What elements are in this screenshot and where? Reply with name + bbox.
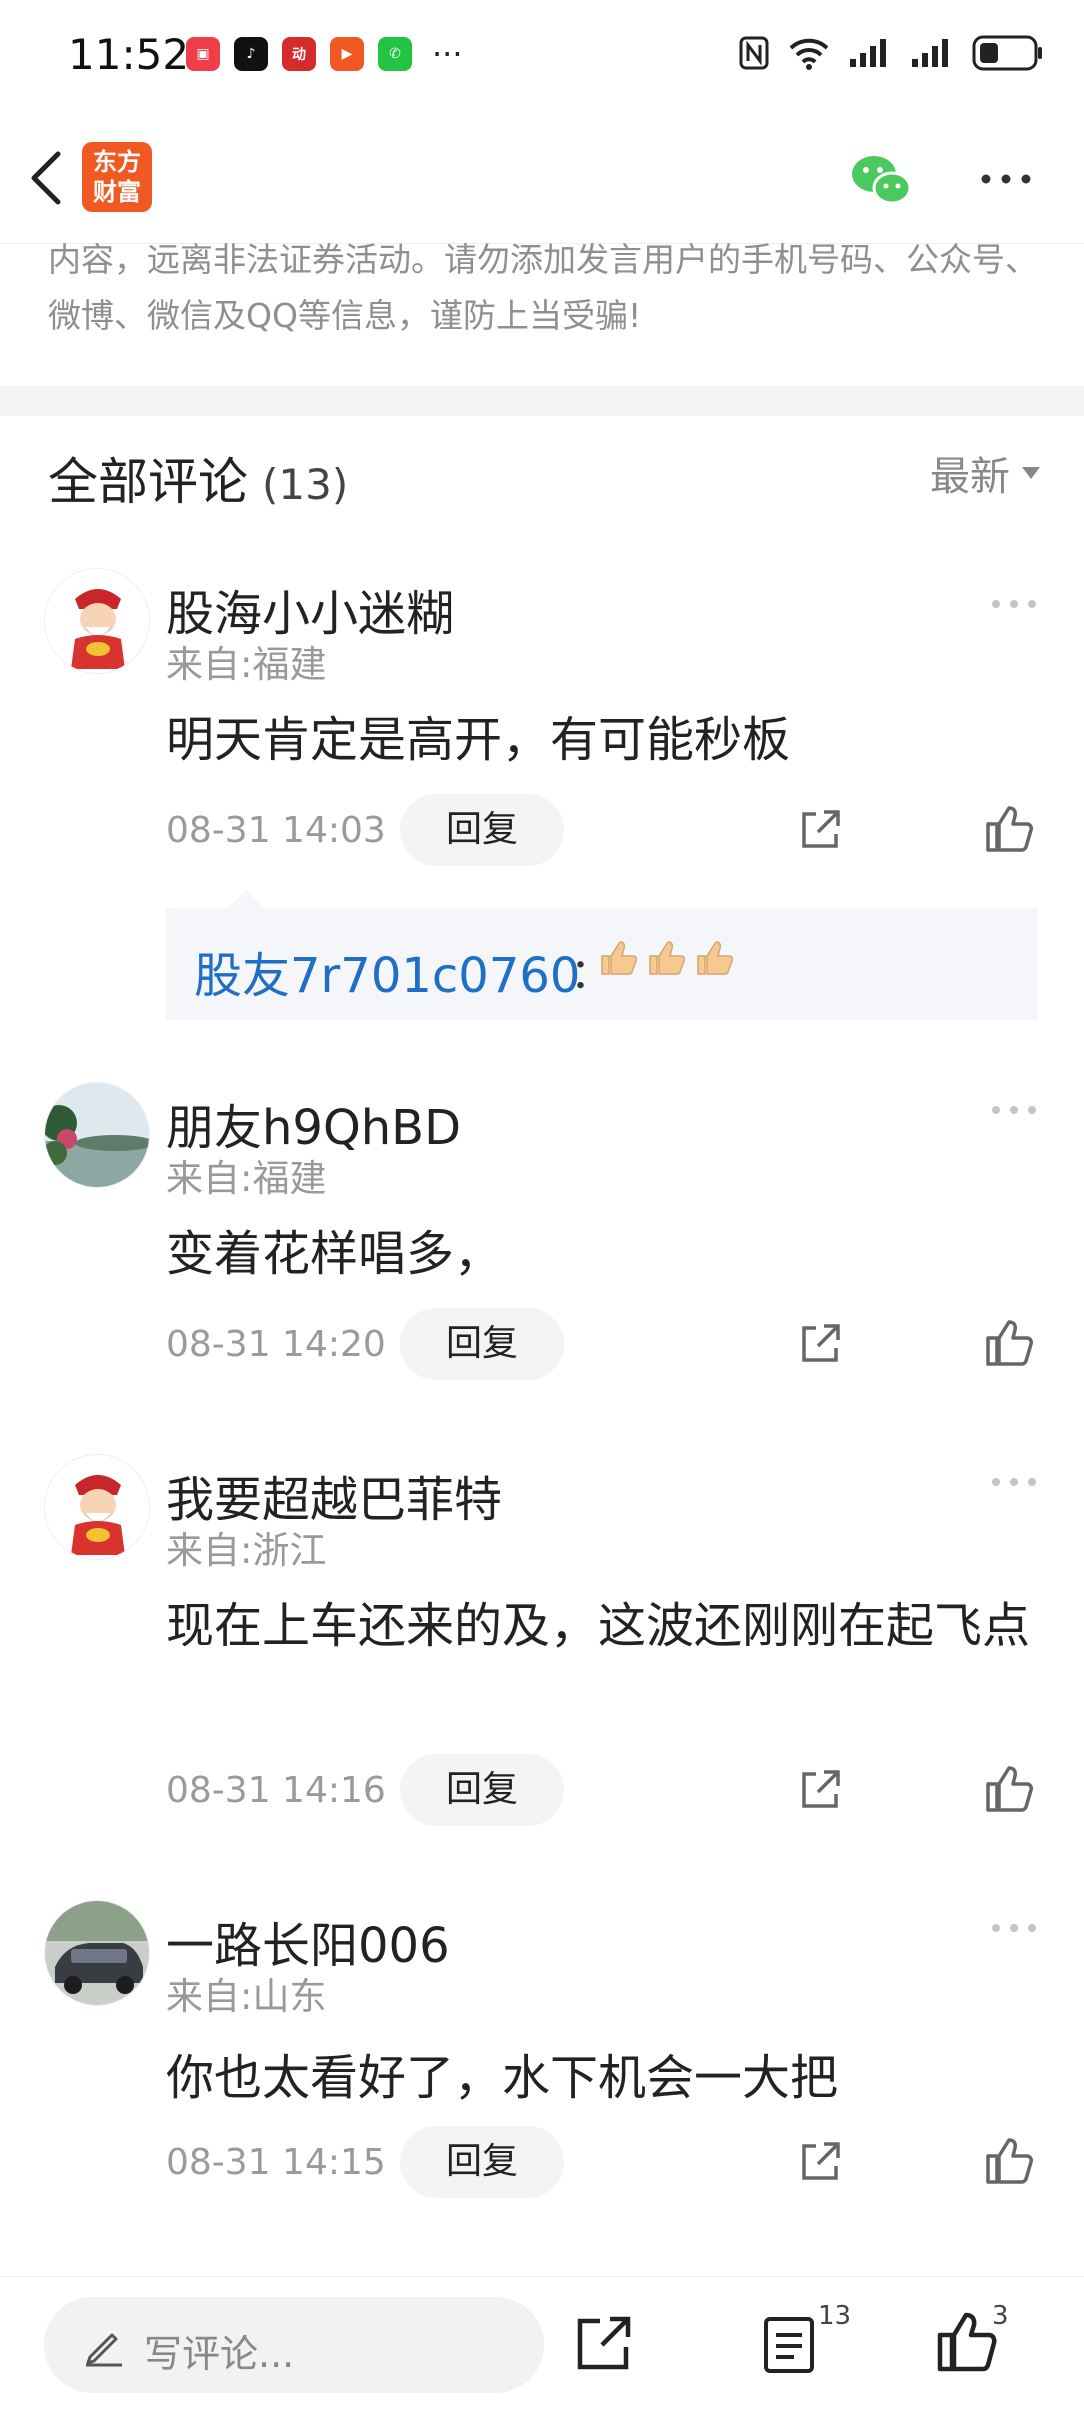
sub-reply-username[interactable]: 股友7r701c0760 — [194, 936, 580, 1006]
sub-reply: 股友7r701c0760 ： — [166, 908, 1038, 1020]
comment-meta-row: 08-31 14:03 回复 — [0, 794, 1084, 866]
comment-meta-row: 08-31 14:20 回复 — [0, 1308, 1084, 1380]
comment-location: 来自:福建 — [166, 643, 327, 686]
like-count-badge: 3 — [992, 2301, 1009, 2331]
comment-more-icon[interactable] — [990, 1102, 1038, 1118]
comment-meta-row: 08-31 14:15 回复 — [0, 2126, 1084, 2198]
status-time: 11:52 — [68, 30, 190, 79]
fortune-god-avatar-icon — [45, 569, 149, 673]
status-bar: 11:52 ▣ ♪ 动 ▶ ✆ ··· — [0, 0, 1084, 110]
comment-count-badge: 13 — [818, 2301, 852, 2331]
pen-icon — [86, 2333, 122, 2367]
comment-location: 来自:浙江 — [166, 1529, 327, 1572]
avatar[interactable] — [44, 1082, 150, 1188]
wechat-app-icon: ✆ — [378, 37, 412, 71]
section-divider — [0, 386, 1084, 416]
share-icon[interactable] — [796, 2138, 844, 2186]
thumbs-up-emoji-group — [598, 938, 736, 978]
comments-count: (13) — [262, 460, 349, 509]
thumbs-up-icon[interactable] — [984, 1318, 1036, 1368]
tiktok-icon: ♪ — [234, 37, 268, 71]
comment-text: 现在上车还来的及，这波还刚刚在起飞点 — [166, 1598, 1031, 1654]
thumbs-up-emoji-icon — [649, 941, 686, 975]
logo-line-2: 财富 — [93, 178, 141, 206]
reply-button[interactable]: 回复 — [400, 2126, 564, 2198]
comment-timestamp: 08-31 14:15 — [166, 2142, 386, 2183]
comments-section-title: 全部评论 (13) — [48, 442, 348, 514]
fortune-god-avatar-icon — [45, 1455, 149, 1559]
comment-more-icon[interactable] — [990, 1474, 1038, 1490]
comment-text: 变着花样唱多， — [166, 1226, 503, 1282]
comment-timestamp: 08-31 14:16 — [166, 1770, 386, 1811]
news-app-icon: 动 — [282, 37, 316, 71]
wifi-icon — [789, 38, 829, 70]
thumbs-up-icon[interactable] — [984, 1764, 1036, 1814]
nfc-icon — [739, 36, 769, 70]
comment-location: 来自:山东 — [166, 1975, 327, 2018]
risk-disclaimer: 内容，远离非法证券活动。请勿添加发言用户的手机号码、公众号、微博、微信及QQ等信… — [48, 240, 1038, 335]
share-icon[interactable] — [796, 806, 844, 854]
avatar[interactable] — [44, 1900, 150, 2006]
share-icon[interactable] — [796, 1766, 844, 1814]
comment-more-icon[interactable] — [990, 1920, 1038, 1936]
app-logo: 东方 财富 — [82, 142, 152, 212]
comment-location: 来自:福建 — [166, 1157, 327, 1200]
reply-button[interactable]: 回复 — [400, 1308, 564, 1380]
avatar[interactable] — [44, 568, 150, 674]
caret-down-icon — [1022, 467, 1040, 479]
comment-text: 明天肯定是高开，有可能秒板 — [166, 712, 791, 768]
comment-text: 你也太看好了，水下机会一大把 — [166, 2050, 839, 2106]
comment-meta-row: 08-31 14:16 回复 — [0, 1754, 1084, 1826]
comment-timestamp: 08-31 14:03 — [166, 810, 386, 851]
landscape-avatar-icon — [45, 1083, 149, 1187]
more-options-icon[interactable] — [978, 164, 1034, 194]
logo-line-1: 东方 — [93, 148, 141, 176]
avatar[interactable] — [44, 1454, 150, 1560]
wechat-share-icon[interactable] — [848, 150, 914, 210]
signal-icon-2 — [912, 39, 948, 67]
back-arrow-icon[interactable] — [20, 148, 76, 208]
video-app-icon: ▶ — [330, 37, 364, 71]
reply-button[interactable]: 回复 — [400, 1754, 564, 1826]
status-app-icons: ▣ ♪ 动 ▶ ✆ ··· — [186, 37, 463, 71]
comment-list-icon[interactable] — [762, 2315, 816, 2375]
comment-input-placeholder: 写评论... — [144, 2332, 295, 2376]
status-more-indicator: ··· — [432, 35, 463, 73]
write-comment-input[interactable]: 写评论... — [44, 2297, 544, 2393]
car-avatar-icon — [45, 1901, 149, 2005]
status-system-icons — [738, 34, 1044, 72]
thumbs-up-icon[interactable] — [984, 804, 1036, 854]
share-icon[interactable] — [796, 1320, 844, 1368]
app-header: 东方 财富 — [0, 110, 1084, 244]
reply-pointer — [228, 890, 264, 908]
shopping-app-icon: ▣ — [186, 37, 220, 71]
thumbs-up-icon[interactable] — [984, 2136, 1036, 2186]
thumbs-up-icon[interactable] — [936, 2309, 998, 2373]
battery-icon — [972, 35, 1042, 71]
comment-more-icon[interactable] — [990, 596, 1038, 612]
signal-icon — [850, 39, 886, 67]
thumbs-up-emoji-icon — [601, 941, 638, 975]
comments-title-label: 全部评论 — [48, 453, 248, 511]
share-icon[interactable] — [574, 2313, 634, 2373]
sort-label: 最新 — [930, 454, 1010, 500]
comment-timestamp: 08-31 14:20 — [166, 1324, 386, 1365]
reply-button[interactable]: 回复 — [400, 794, 564, 866]
sort-dropdown[interactable]: 最新 — [930, 444, 1040, 502]
bottom-action-bar: 写评论... 13 3 — [0, 2276, 1084, 2412]
thumbs-up-emoji-icon — [697, 941, 734, 975]
